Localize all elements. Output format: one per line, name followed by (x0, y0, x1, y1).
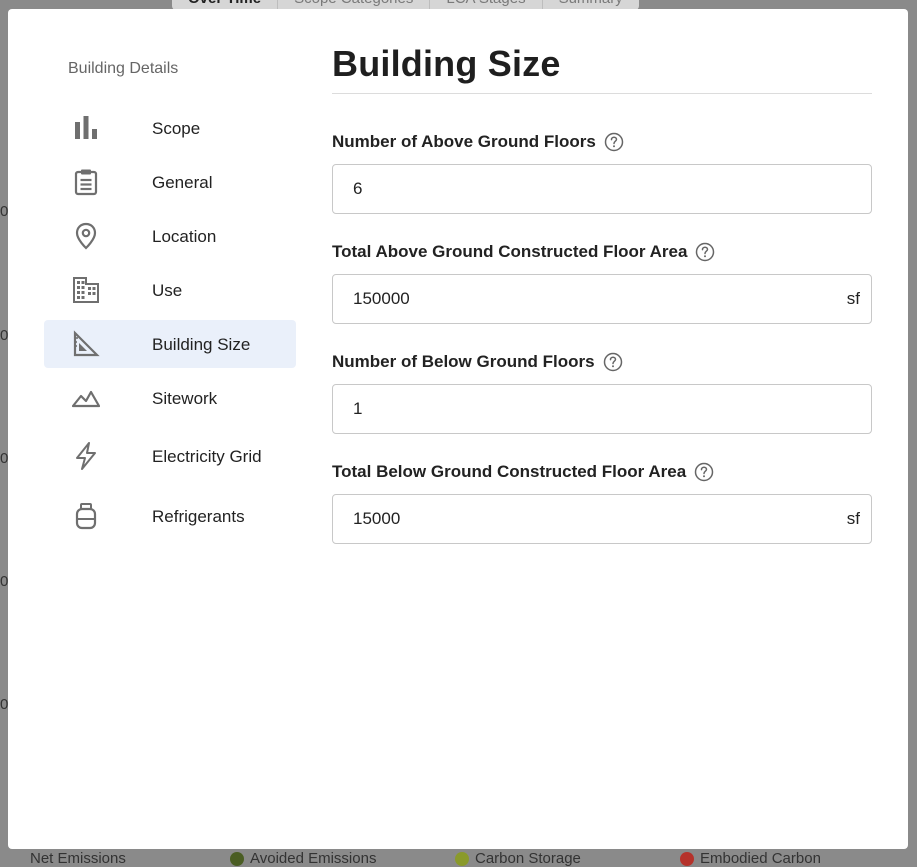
field-above-ground-floors: Number of Above Ground Floors (332, 130, 872, 214)
building-icon (70, 274, 102, 306)
map-pin-icon (70, 220, 102, 252)
below-ground-floors-input[interactable] (333, 385, 871, 433)
field-label: Total Above Ground Constructed Floor Are… (332, 242, 688, 261)
building-size-form: Building Size Number of Above Ground Flo… (332, 43, 872, 544)
field-label-row: Total Above Ground Constructed Floor Are… (332, 240, 872, 264)
sidebar-item-general[interactable]: General (44, 158, 296, 206)
input-container: sf (332, 274, 872, 324)
field-label: Number of Above Ground Floors (332, 132, 596, 151)
sidebar-nav: Scope General Location Use Building Size (44, 104, 296, 546)
background-legend: Net Emissions Avoided Emissions Carbon S… (0, 850, 917, 867)
field-label: Number of Below Ground Floors (332, 352, 595, 371)
triangle-ruler-icon (70, 328, 102, 360)
background-legend-label: Carbon Storage (475, 850, 581, 867)
unit-label: sf (846, 289, 860, 308)
sidebar-item-scope[interactable]: Scope (44, 104, 296, 152)
background-legend-item: Embodied Carbon (680, 850, 821, 867)
sidebar-item-location[interactable]: Location (44, 212, 296, 260)
field-label-row: Number of Below Ground Floors (332, 350, 872, 374)
sidebar-item-sitework[interactable]: Sitework (44, 374, 296, 422)
field-above-ground-area: Total Above Ground Constructed Floor Are… (332, 240, 872, 324)
background-legend-label: Net Emissions (30, 850, 126, 867)
field-label: Total Below Ground Constructed Floor Are… (332, 462, 687, 481)
input-container: sf (332, 494, 872, 544)
legend-dot-icon (230, 851, 244, 866)
unit-label: sf (846, 509, 860, 528)
sidebar-item-label: Sitework (152, 388, 218, 408)
sidebar-item-label: General (152, 172, 213, 192)
canister-icon (70, 500, 102, 532)
field-below-ground-area: Total Below Ground Constructed Floor Are… (332, 460, 872, 544)
background-legend-item: Net Emissions (30, 850, 126, 867)
below-ground-area-input[interactable] (333, 495, 871, 543)
sidebar-item-refrigerants[interactable]: Refrigerants (44, 492, 296, 540)
above-ground-floors-input[interactable] (333, 165, 871, 213)
sidebar-item-building-size[interactable]: Building Size (44, 320, 296, 368)
help-icon[interactable] (604, 132, 624, 152)
field-label-row: Total Below Ground Constructed Floor Are… (332, 460, 872, 484)
help-icon[interactable] (694, 462, 714, 482)
help-icon[interactable] (695, 242, 715, 262)
background-legend-label: Avoided Emissions (250, 850, 377, 867)
sidebar-item-use[interactable]: Use (44, 266, 296, 314)
field-label-row: Number of Above Ground Floors (332, 130, 872, 154)
lightning-icon (70, 440, 102, 472)
background-legend-item: Carbon Storage (455, 850, 581, 867)
bar-chart-icon (70, 112, 102, 144)
legend-dot-icon (455, 851, 469, 866)
clipboard-icon (70, 166, 102, 198)
sidebar-item-label: Use (152, 280, 183, 300)
legend-dot-icon (680, 851, 694, 866)
background-legend-item: Avoided Emissions (230, 850, 376, 867)
above-ground-area-input[interactable] (333, 275, 871, 323)
help-icon[interactable] (603, 352, 623, 372)
input-container (332, 384, 872, 434)
sidebar-item-label: Building Size (152, 334, 251, 354)
terrain-icon (70, 382, 102, 414)
sidebar-item-label: Electricity Grid (152, 446, 262, 466)
input-container (332, 164, 872, 214)
sidebar-item-label: Scope (152, 118, 201, 138)
sidebar-item-label: Refrigerants (152, 506, 245, 526)
sidebar-heading: Building Details (68, 60, 179, 77)
building-details-modal: Building Details Scope General Location … (8, 9, 908, 849)
page-title: Building Size (332, 43, 872, 94)
background-legend-label: Embodied Carbon (700, 850, 821, 867)
sidebar-item-label: Location (152, 226, 217, 246)
sidebar-item-electricity-grid[interactable]: Electricity Grid (44, 428, 296, 484)
field-below-ground-floors: Number of Below Ground Floors (332, 350, 872, 434)
